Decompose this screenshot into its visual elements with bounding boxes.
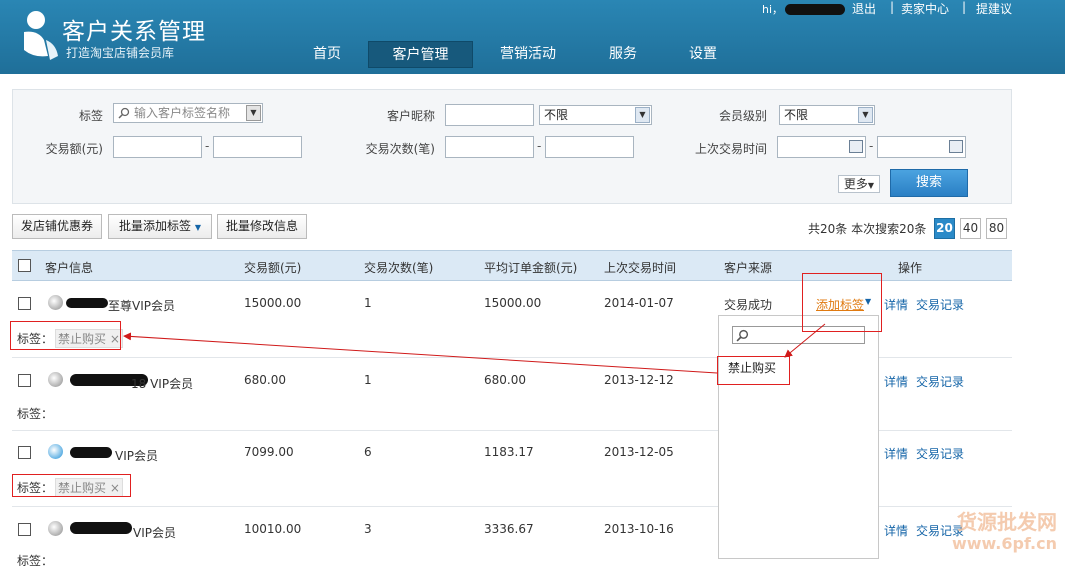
watermark-line2: www.6pf.cn xyxy=(951,534,1057,553)
watermark: 货源批发网 www.6pf.cn xyxy=(952,511,1057,555)
annotation-arrows xyxy=(123,323,826,374)
watermark-line1: 货源批发网 xyxy=(957,510,1057,534)
